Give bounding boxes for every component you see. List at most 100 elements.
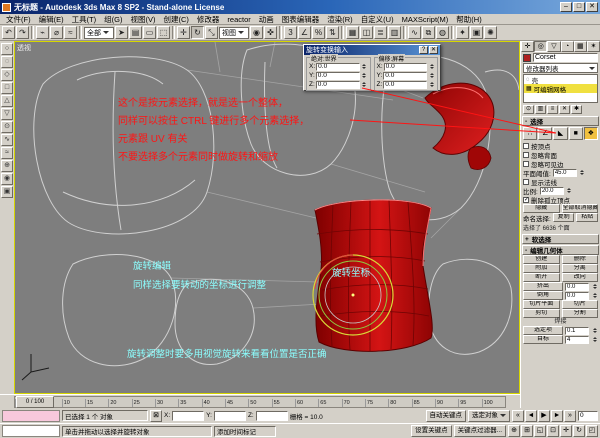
bevel-button[interactable]: 倒角 — [523, 291, 563, 300]
abs-x-input[interactable] — [316, 63, 359, 71]
pin-stack-icon[interactable]: ⊙ — [523, 105, 534, 114]
target-spinner[interactable] — [591, 335, 598, 344]
extrude-spinner[interactable] — [591, 282, 598, 291]
time-slider[interactable]: 0 / 100 — [16, 396, 54, 408]
planar-thresh-input[interactable] — [553, 169, 577, 177]
weld-target-button[interactable]: 目标 — [523, 335, 563, 344]
reactor-icon-6-button[interactable]: ▽ — [1, 108, 13, 120]
menu-item-7[interactable]: reactor — [223, 15, 254, 24]
menu-item-6[interactable]: 修改器 — [193, 14, 224, 25]
bevel-input[interactable] — [565, 292, 589, 300]
scale-spinner[interactable] — [566, 186, 573, 195]
face-subobject-button[interactable]: ◣ — [553, 127, 567, 140]
abs-y-spinner[interactable] — [361, 71, 368, 80]
next-frame-button[interactable]: ► — [551, 410, 563, 422]
target-pixels-input[interactable] — [565, 336, 589, 344]
render-type-button[interactable]: ▣ — [470, 26, 483, 39]
snap-toggle-button[interactable]: 3 — [284, 26, 297, 39]
spinner-snap-button[interactable]: ⇅ — [326, 26, 339, 39]
reference-coordinate-system-dropdown[interactable]: 视图 — [219, 27, 249, 39]
abs-x-spinner[interactable] — [361, 62, 368, 71]
menu-item-13[interactable]: 帮助(H) — [452, 14, 485, 25]
tab-create[interactable]: ✛ — [521, 41, 534, 52]
menu-item-11[interactable]: 自定义(U) — [357, 14, 398, 25]
tab-modify[interactable]: ◎ — [534, 41, 547, 52]
selection-rollout-header[interactable]: - 选择 — [522, 116, 599, 126]
maximize-viewport-toggle[interactable]: ◰ — [586, 425, 598, 437]
menu-item-8[interactable]: 动画 — [255, 14, 278, 25]
close-button[interactable]: ✕ — [586, 2, 598, 12]
select-and-scale-button[interactable]: ⤡ — [205, 26, 218, 39]
off-z-input[interactable] — [383, 81, 427, 89]
edge-subobject-button[interactable]: ∠ — [538, 127, 552, 140]
dialog-close-button[interactable]: ✕ — [429, 46, 438, 54]
reactor-icon-2-button[interactable]: ◌ — [1, 56, 13, 68]
title-bar[interactable]: 无标题 - Autodesk 3ds Max 8 SP2 - Stand-alo… — [0, 0, 600, 14]
object-color-swatch[interactable] — [523, 54, 531, 62]
reactor-icon-1-button[interactable]: ○ — [1, 43, 13, 55]
edit-geometry-rollout-header[interactable]: - 编辑几何体 — [522, 245, 599, 255]
material-editor-button[interactable]: ◍ — [436, 26, 449, 39]
ignore-backfacing-checkbox[interactable] — [523, 152, 529, 158]
abs-z-spinner[interactable] — [361, 80, 368, 89]
tab-hierarchy[interactable]: ▽ — [547, 41, 560, 52]
unhide-all-button[interactable]: 全部取消隐藏 — [562, 204, 599, 213]
reactor-icon-8-button[interactable]: ∿ — [1, 134, 13, 146]
time-tag-button[interactable]: 添加时间标记 — [214, 426, 276, 437]
dialog-help-button[interactable]: ? — [419, 46, 428, 54]
field-of-view-button[interactable]: ⊡ — [547, 425, 559, 437]
menu-item-1[interactable]: 编辑(E) — [35, 14, 68, 25]
rectangular-region-button[interactable]: ▭ — [143, 26, 156, 39]
zoom-all-button[interactable]: ⊞ — [521, 425, 533, 437]
auto-key-button[interactable]: 自动关键点 — [426, 410, 467, 422]
unlink-selection-button[interactable]: ⌀ — [50, 26, 63, 39]
slice-button[interactable]: 切片 — [562, 300, 599, 309]
reactor-icon-12-button[interactable]: ▣ — [1, 186, 13, 198]
reactor-icon-7-button[interactable]: ⊙ — [1, 121, 13, 133]
select-by-name-button[interactable]: ▤ — [129, 26, 142, 39]
off-x-spinner[interactable] — [428, 62, 435, 71]
align-button[interactable]: ≣ — [374, 26, 387, 39]
menu-item-10[interactable]: 渲染(R) — [323, 14, 356, 25]
by-vertex-checkbox[interactable] — [523, 143, 529, 149]
delete-button[interactable]: 删除 — [562, 255, 599, 264]
copy-button[interactable]: 复制 — [553, 213, 575, 222]
reactor-icon-11-button[interactable]: ◉ — [1, 173, 13, 185]
weld-selected-button[interactable]: 选定项 — [523, 326, 563, 335]
angle-snap-button[interactable]: ∠ — [298, 26, 311, 39]
render-scene-button[interactable]: ✦ — [456, 26, 469, 39]
abs-z-input[interactable] — [316, 81, 360, 89]
tab-motion[interactable]: ◔ — [561, 41, 574, 52]
mirror-button[interactable]: ◫ — [360, 26, 373, 39]
stack-row-editable-mesh[interactable]: ▦ 可编辑网格 — [524, 84, 597, 93]
viewport-label[interactable]: 透视 — [17, 43, 31, 53]
menu-item-5[interactable]: 创建(C) — [160, 14, 193, 25]
off-y-spinner[interactable] — [428, 71, 435, 80]
menu-item-2[interactable]: 工具(T) — [68, 14, 101, 25]
bevel-spinner[interactable] — [591, 291, 598, 300]
select-and-rotate-button[interactable]: ↻ — [191, 26, 204, 39]
polygon-subobject-button[interactable]: ■ — [569, 127, 583, 140]
use-pivot-center-button[interactable]: ◉ — [250, 26, 263, 39]
menu-item-3[interactable]: 组(G) — [100, 14, 126, 25]
vertex-subobject-button[interactable]: ∴ — [523, 127, 537, 140]
extrude-button[interactable]: 挤出 — [523, 282, 563, 291]
key-filters-button[interactable]: 关键点过滤器... — [454, 425, 506, 437]
minimize-button[interactable]: – — [560, 2, 572, 12]
curve-editor-button[interactable]: ∿ — [408, 26, 421, 39]
select-object-button[interactable]: ➤ — [115, 26, 128, 39]
previous-frame-button[interactable]: ◄ — [525, 410, 537, 422]
rotate-transform-type-in-dialog[interactable]: 旋转变换输入 ? ✕ 绝对:世界 X: Y: Z: 偏移:屏幕 X: Y: Z: — [303, 44, 441, 91]
weld-threshold-input[interactable] — [565, 327, 589, 335]
select-and-manipulate-button[interactable]: ✜ — [264, 26, 277, 39]
coord-x-input[interactable] — [172, 411, 204, 421]
selection-filter-dropdown[interactable]: 全部 — [84, 27, 114, 39]
paste-button[interactable]: 粘贴 — [576, 213, 598, 222]
show-end-result-icon[interactable]: ▥ — [535, 105, 546, 114]
configure-modifier-sets-icon[interactable]: ✱ — [571, 105, 582, 114]
extrude-input[interactable] — [565, 283, 589, 291]
maxscript-listener-white[interactable] — [2, 425, 60, 437]
layer-manager-button[interactable]: ▥ — [388, 26, 401, 39]
go-to-end-button[interactable]: » — [564, 410, 576, 422]
planar-thresh-spinner[interactable] — [579, 168, 586, 177]
